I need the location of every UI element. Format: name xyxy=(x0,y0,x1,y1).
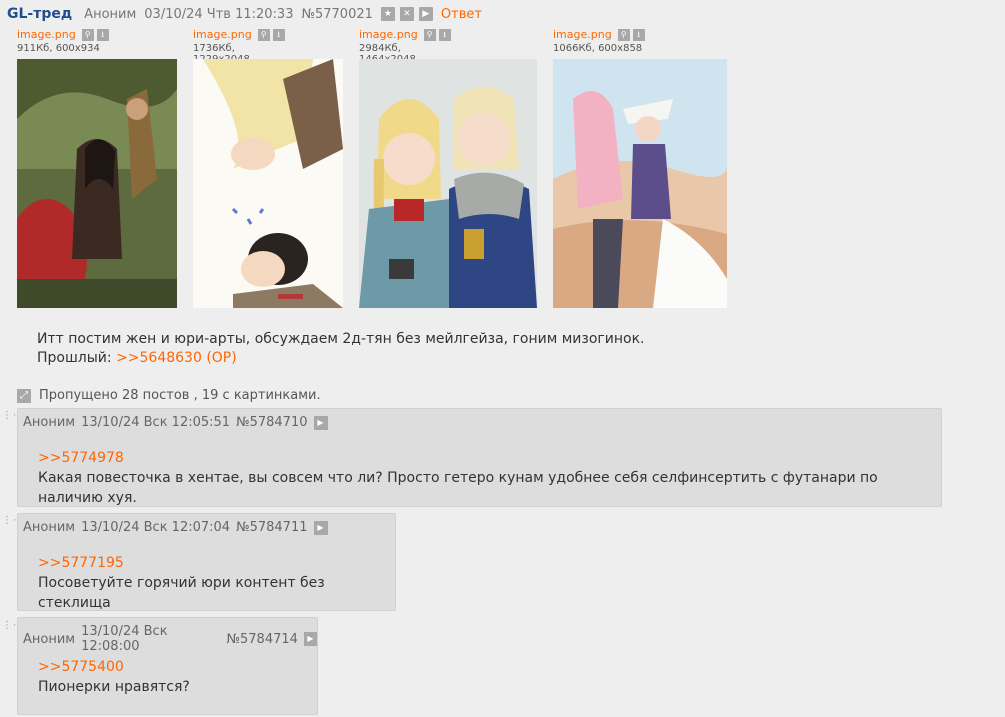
thumbnail-image[interactable] xyxy=(359,59,537,308)
search-icon[interactable]: ⚲ xyxy=(423,28,436,41)
post-author: Аноним xyxy=(23,520,76,535)
hide-icon[interactable]: ✕ xyxy=(399,7,414,21)
op-message-text: Итт постим жен и юри-арты, обсуждаем 2д-… xyxy=(37,331,645,347)
post-number[interactable]: №5784714 xyxy=(226,632,297,647)
play-icon[interactable]: ▶ xyxy=(303,632,317,646)
play-icon[interactable]: ▶ xyxy=(313,415,328,430)
search-icon[interactable]: ⚲ xyxy=(617,28,630,41)
post-header: Аноним 13/10/24 Вск 12:07:04 №5784711 ▶ xyxy=(23,520,328,535)
post-date: 13/10/24 Вск 12:08:00 xyxy=(81,624,168,654)
download-icon[interactable]: ⭳ xyxy=(438,28,451,41)
file-meta: 911Кб, 600x934 xyxy=(17,43,100,54)
download-icon[interactable]: ⭳ xyxy=(632,28,645,41)
thread-title: GL-тред xyxy=(7,6,73,22)
play-icon[interactable]: ▶ xyxy=(313,520,328,535)
post-number[interactable]: №5784710 xyxy=(236,415,307,430)
post-text: Посоветуйте горячий юри контент без стек… xyxy=(38,575,325,611)
attachment-4: image.png ⚲ ⭳ 1066Кб, 600x858 xyxy=(553,28,727,308)
post: Аноним 13/10/24 Вск 12:05:51 №5784710 ▶ … xyxy=(17,408,942,507)
op-number[interactable]: №5770021 xyxy=(301,7,372,22)
post-body: >>5775400 Пионерки нравятся? xyxy=(38,657,190,697)
skipped-posts-text: Пропущено 28 постов , 19 с картинками. xyxy=(39,388,321,403)
file-meta: 1066Кб, 600x858 xyxy=(553,43,643,54)
play-icon[interactable]: ▶ xyxy=(418,7,433,21)
thumbnail-image[interactable] xyxy=(17,59,177,308)
file-name-link[interactable]: image.png xyxy=(553,28,612,41)
op-message: Итт постим жен и юри-арты, обсуждаем 2д-… xyxy=(37,330,644,368)
reply-link[interactable]: >>5775400 xyxy=(38,657,190,677)
thumbnail-image[interactable] xyxy=(553,59,727,308)
post-body: >>5774978 Какая повесточка в хентае, вы … xyxy=(38,448,941,508)
post-number[interactable]: №5784711 xyxy=(236,520,307,535)
post-author: Аноним xyxy=(23,631,76,647)
file-name-link[interactable]: image.png xyxy=(193,28,252,41)
file-name-link[interactable]: image.png xyxy=(359,28,418,41)
attachment-1: image.png ⚲ ⭳ 911Кб, 600x934 xyxy=(17,28,177,308)
post: Аноним 13/10/24 Вск 12:08:00 №5784714 ▶ … xyxy=(17,617,318,715)
post-text: Какая повесточка в хентае, вы совсем что… xyxy=(38,470,878,506)
attachment-2: image.png ⚲ ⭳ 1736Кб, 1229x2048 xyxy=(193,28,343,308)
post-header: Аноним 13/10/24 Вск 12:08:00 №5784714 ▶ xyxy=(23,624,317,654)
download-icon[interactable]: ⭳ xyxy=(96,28,109,41)
post-text: Пионерки нравятся? xyxy=(38,679,190,695)
post-date: 13/10/24 Вск 12:05:51 xyxy=(81,415,231,430)
skipped-posts-notice[interactable]: ⤢ Пропущено 28 постов , 19 с картинками. xyxy=(17,388,321,403)
reply-button[interactable]: Ответ xyxy=(441,7,482,22)
op-date: 03/10/24 Чтв 11:20:33 xyxy=(144,6,294,22)
file-name-link[interactable]: image.png xyxy=(17,28,76,41)
post-body: >>5777195 Посоветуйте горячий юри контен… xyxy=(38,553,395,613)
reply-link[interactable]: >>5774978 xyxy=(38,448,941,468)
op-header: GL-тред Аноним 03/10/24 Чтв 11:20:33 №57… xyxy=(7,6,482,22)
expand-icon[interactable]: ⤢ xyxy=(17,388,31,403)
search-icon[interactable]: ⚲ xyxy=(81,28,94,41)
star-icon[interactable]: ★ xyxy=(380,7,395,21)
post: Аноним 13/10/24 Вск 12:07:04 №5784711 ▶ … xyxy=(17,513,396,611)
post-date: 13/10/24 Вск 12:07:04 xyxy=(81,520,231,535)
post-header: Аноним 13/10/24 Вск 12:05:51 №5784710 ▶ xyxy=(23,415,328,430)
download-icon[interactable]: ⭳ xyxy=(272,28,285,41)
post-author: Аноним xyxy=(23,415,76,430)
prev-thread-link[interactable]: >>5648630 (OP) xyxy=(116,350,237,366)
prev-thread-label: Прошлый: xyxy=(37,350,112,366)
attachment-3: image.png ⚲ ⭳ 2984Кб, 1464x2048 xyxy=(359,28,537,308)
search-icon[interactable]: ⚲ xyxy=(257,28,270,41)
op-author: Аноним xyxy=(84,6,137,22)
reply-link[interactable]: >>5777195 xyxy=(38,553,395,573)
thumbnail-image[interactable] xyxy=(193,59,343,308)
